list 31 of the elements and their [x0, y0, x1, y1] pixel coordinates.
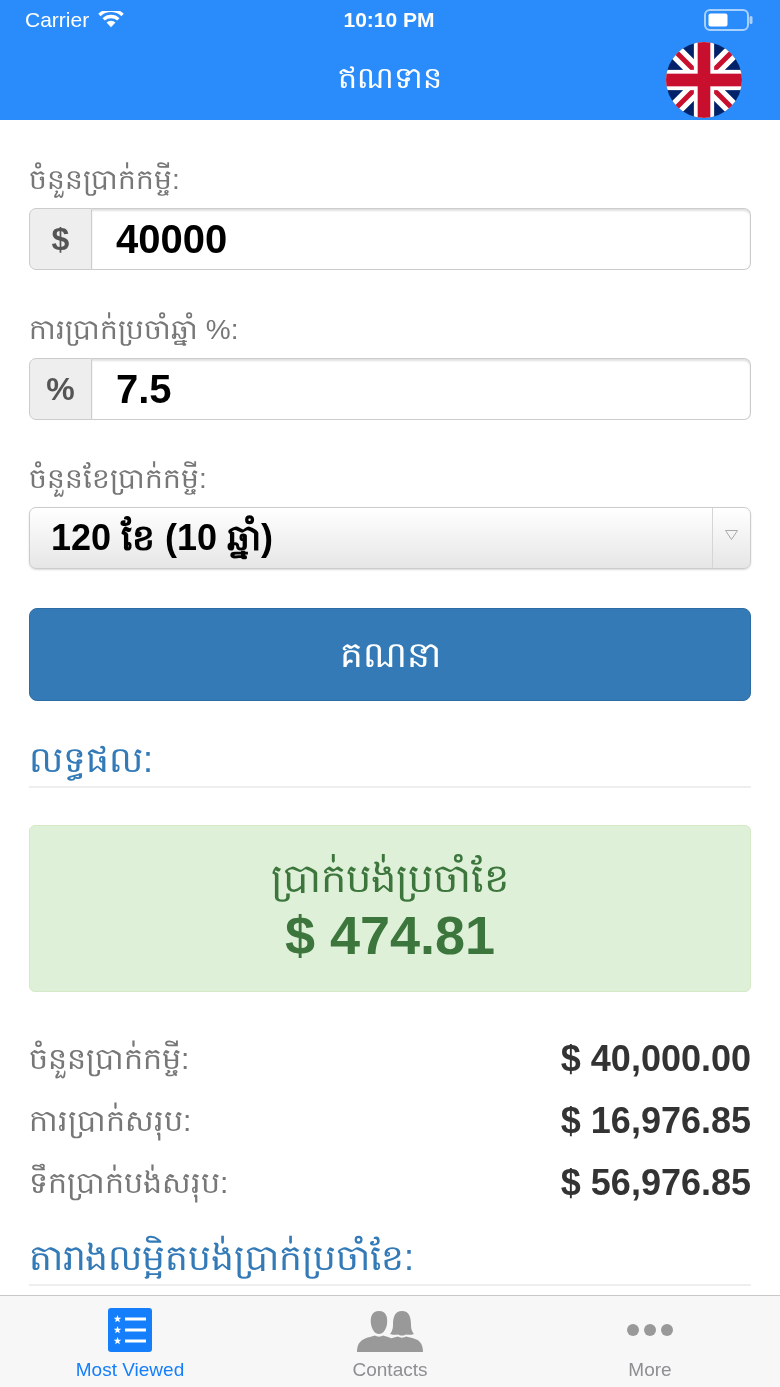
summary-value: $ 40,000.00	[560, 1037, 751, 1081]
results-heading: លទ្ធផល:	[29, 738, 154, 782]
schedule-heading: តារាងលម្អិតបង់ប្រាក់ប្រចាំខែ:	[29, 1236, 415, 1280]
input-field[interactable]: 7.5	[92, 358, 751, 420]
input-addon: $	[29, 208, 92, 270]
field-label: ចំនួនខែប្រាក់កម្ចី:	[29, 459, 751, 499]
field-label: ការប្រាក់ប្រចាំឆ្នាំ %:	[29, 311, 240, 348]
field-label: ចំនួនប្រាក់កម្ចី:	[29, 160, 751, 200]
monthly-payment-label: ប្រាក់បង់ប្រចាំខែ	[271, 853, 509, 904]
more-icon	[627, 1324, 673, 1336]
summary-value: $ 16,976.85	[560, 1099, 751, 1143]
summary-label: ការប្រាក់សរុប:	[29, 1101, 192, 1141]
input-field[interactable]: 40000	[92, 208, 751, 270]
summary-label: ចំនួនប្រាក់កម្ចី:	[29, 1039, 190, 1079]
wifi-icon	[98, 10, 125, 30]
summary-label: ទឹកប្រាក់បង់សរុប:	[29, 1163, 229, 1203]
tab-item[interactable]: Contacts	[260, 1296, 520, 1387]
starred-list-icon	[108, 1308, 152, 1352]
carrier-name: Carrier	[25, 7, 90, 34]
tab-item[interactable]: More	[520, 1296, 780, 1387]
input-addon: %	[29, 358, 92, 420]
status-time: 10:10 PM	[343, 7, 435, 34]
battery-icon	[704, 9, 753, 31]
monthly-payment-amount: $ 474.81	[284, 903, 496, 966]
months-dropdown[interactable]: 120 ខែ (10 ឆ្នាំ)	[29, 507, 751, 569]
nav-title: ឥណទាន	[338, 60, 442, 96]
summary-value: $ 56,976.85	[560, 1161, 751, 1205]
people-icon	[357, 1308, 423, 1352]
calculate-button[interactable]: គណនា	[29, 608, 751, 701]
caret-icon	[725, 530, 738, 540]
tab-item[interactable]: Most Viewed	[0, 1296, 260, 1387]
